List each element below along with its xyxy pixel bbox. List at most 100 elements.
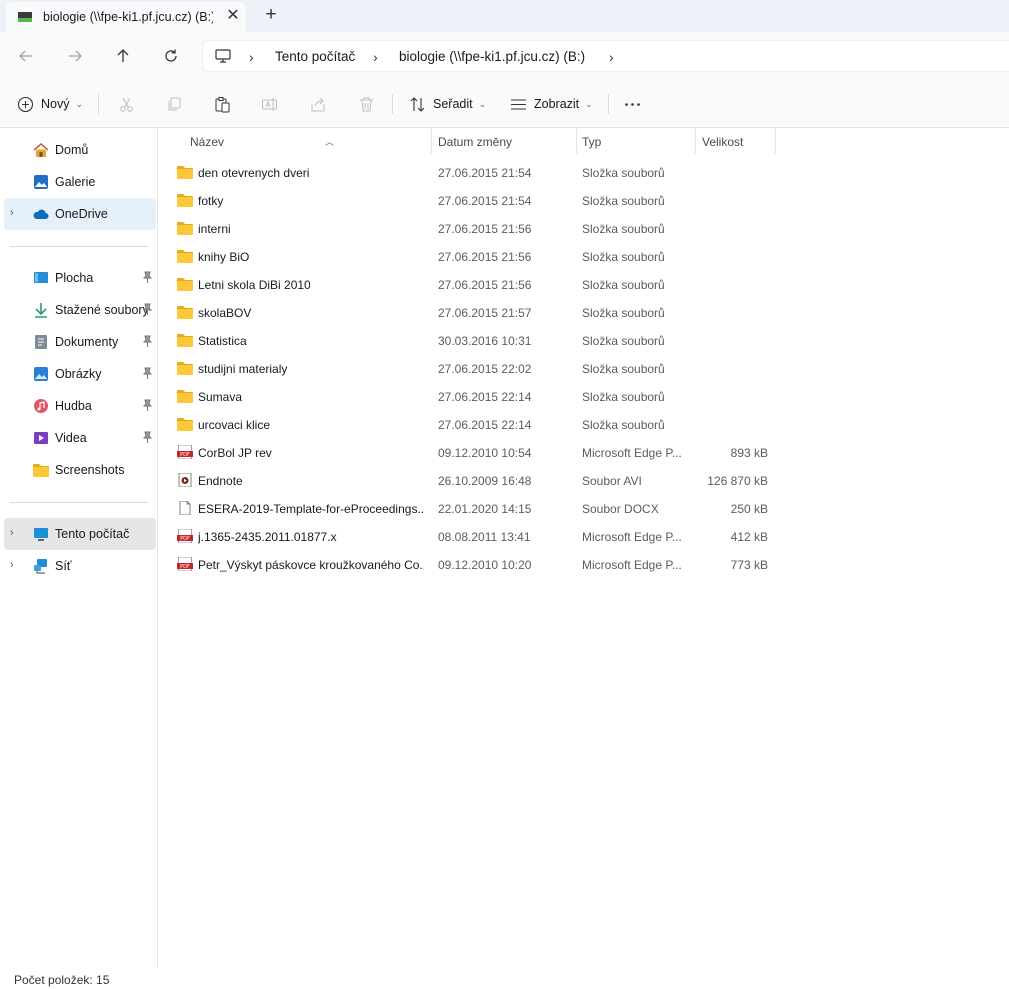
pin-icon[interactable]	[142, 431, 153, 444]
file-row[interactable]: PDF CorBol JP rev 09.12.2010 10:54 Microsof…	[169, 438, 789, 466]
file-name: urcovaci klice	[198, 418, 271, 432]
more-options-button[interactable]	[624, 92, 641, 116]
pin-icon[interactable]	[142, 335, 153, 348]
chevron-down-icon: ⌄	[585, 98, 593, 109]
chevron-right-icon[interactable]: ›	[10, 559, 14, 571]
sidebar-item-screenshots[interactable]: Screenshots	[4, 454, 156, 486]
sidebar-item-home[interactable]: Domů	[4, 134, 156, 166]
address-bar[interactable]: › Tento počítač › biologie (\\fpe-ki1.pf…	[202, 40, 1009, 72]
file-row[interactable]: interni 27.06.2015 21:56 Složka souborů	[169, 214, 789, 242]
up-button[interactable]	[110, 44, 136, 68]
sidebar-item-gallery[interactable]: Galerie	[4, 166, 156, 198]
sidebar-item-network[interactable]: › Síť	[4, 550, 156, 582]
view-list-icon	[511, 98, 526, 110]
file-date: 30.03.2016 10:31	[438, 334, 532, 348]
file-date: 22.01.2020 14:15	[438, 502, 532, 516]
chevron-right-icon[interactable]: ›	[609, 49, 614, 65]
new-tab-icon[interactable]: +	[261, 5, 281, 25]
forward-button[interactable]	[62, 44, 88, 68]
file-size: 773 kB	[730, 558, 768, 572]
file-row[interactable]: den otevrenych dveri 27.06.2015 21:54 Slož…	[169, 158, 789, 186]
column-header-type[interactable]: Typ	[577, 128, 695, 154]
share-button[interactable]	[310, 92, 327, 116]
copy-button[interactable]	[166, 92, 183, 116]
file-row[interactable]: Statistica 30.03.2016 10:31 Složka souborů	[169, 326, 789, 354]
pin-icon[interactable]	[142, 271, 153, 284]
new-button[interactable]: Nový ⌄	[17, 92, 83, 116]
back-button[interactable]	[13, 44, 39, 68]
chevron-right-icon[interactable]: ›	[10, 527, 14, 539]
file-date: 27.06.2015 21:56	[438, 250, 532, 264]
folder-icon	[177, 361, 193, 375]
sidebar-divider	[10, 246, 148, 247]
file-date: 26.10.2009 16:48	[438, 474, 532, 488]
rename-button[interactable]	[261, 92, 278, 116]
column-separator[interactable]	[775, 128, 776, 154]
file-date: 27.06.2015 22:14	[438, 390, 532, 404]
file-row[interactable]: ESERA-2019-Template-for-eProceedings....…	[169, 494, 789, 522]
sidebar-item-this-pc[interactable]: › Tento počítač	[4, 518, 156, 550]
close-tab-icon[interactable]: ✕	[224, 7, 242, 25]
sort-button[interactable]: Seřadit ⌄	[409, 92, 486, 116]
file-row[interactable]: Sumava 27.06.2015 22:14 Složka souborů	[169, 382, 789, 410]
file-row[interactable]: urcovaci klice 27.06.2015 22:14 Složka sou…	[169, 410, 789, 438]
file-row[interactable]: Endnote 26.10.2009 16:48 Soubor AVI 126 870…	[169, 466, 789, 494]
file-date: 27.06.2015 21:54	[438, 166, 532, 180]
more-icon	[625, 102, 640, 106]
sidebar-item-pictures[interactable]: Obrázky	[4, 358, 156, 390]
file-name: Endnote	[198, 474, 243, 488]
file-type: Složka souborů	[582, 222, 665, 236]
pin-icon[interactable]	[142, 303, 153, 316]
scissors-icon	[120, 97, 133, 112]
sidebar-item-downloads[interactable]: Stažené soubory	[4, 294, 156, 326]
pin-icon[interactable]	[142, 367, 153, 380]
pdf-icon: PDF	[177, 556, 193, 572]
status-bar: Počet položek: 15	[0, 968, 1009, 989]
tab-biologie[interactable]: biologie (\\fpe-ki1.pf.jcu.cz) (B:) ✕	[6, 2, 246, 32]
column-header-size[interactable]: Velikost	[696, 128, 776, 154]
sidebar-item-desktop[interactable]: Plocha	[4, 262, 156, 294]
sidebar-item-documents[interactable]: Dokumenty	[4, 326, 156, 358]
sidebar-item-onedrive[interactable]: › OneDrive	[4, 198, 156, 230]
file-date: 27.06.2015 22:02	[438, 362, 532, 376]
paste-button[interactable]	[214, 92, 231, 116]
column-header-name[interactable]: Název ︿	[181, 128, 431, 154]
breadcrumb-this-pc[interactable]: Tento počítač	[275, 49, 355, 64]
chevron-right-icon[interactable]: ›	[373, 49, 378, 65]
delete-button[interactable]	[358, 92, 375, 116]
view-button[interactable]: Zobrazit ⌄	[510, 92, 593, 116]
pin-icon[interactable]	[142, 399, 153, 412]
arrow-left-icon	[19, 50, 32, 62]
cut-button[interactable]	[118, 92, 135, 116]
arrow-right-icon	[69, 50, 82, 62]
file-type: Složka souborů	[582, 390, 665, 404]
video-file-icon	[177, 472, 193, 488]
download-icon	[35, 303, 47, 318]
file-name: fotky	[198, 194, 224, 208]
file-row[interactable]: fotky 27.06.2015 21:54 Složka souborů	[169, 186, 789, 214]
file-row[interactable]: Letni skola DiBi 2010 27.06.2015 21:56 Slo…	[169, 270, 789, 298]
file-row[interactable]: studijni materialy 27.06.2015 22:02 Složka…	[169, 354, 789, 382]
trash-icon	[360, 97, 373, 111]
file-type: Soubor AVI	[582, 474, 642, 488]
file-row[interactable]: PDF j.1365-2435.2011.01877.x 08.08.2011 13…	[169, 522, 789, 550]
file-type: Složka souborů	[582, 194, 665, 208]
gallery-icon	[34, 175, 48, 189]
folder-icon	[177, 333, 193, 347]
folder-icon	[177, 165, 193, 179]
file-row[interactable]: skolaBOV 27.06.2015 21:57 Složka souborů	[169, 298, 789, 326]
folder-icon	[177, 389, 193, 403]
file-row[interactable]: knihy BiO 27.06.2015 21:56 Složka souborů	[169, 242, 789, 270]
sidebar-item-music[interactable]: Hudba	[4, 390, 156, 422]
file-name: knihy BiO	[198, 250, 250, 264]
chevron-right-icon[interactable]: ›	[10, 207, 14, 219]
sort-icon	[410, 96, 425, 112]
chevron-right-icon[interactable]: ›	[249, 49, 254, 65]
column-header-date[interactable]: Datum změny	[432, 128, 576, 154]
file-row[interactable]: PDF Petr_Výskyt páskovce kroužkovaného Co…	[169, 550, 789, 578]
sidebar-item-videos[interactable]: Videa	[4, 422, 156, 454]
refresh-button[interactable]	[158, 44, 184, 68]
breadcrumb-biologie[interactable]: biologie (\\fpe-ki1.pf.jcu.cz) (B:)	[399, 49, 585, 64]
share-icon	[311, 97, 325, 111]
chevron-down-icon: ⌄	[75, 98, 84, 109]
